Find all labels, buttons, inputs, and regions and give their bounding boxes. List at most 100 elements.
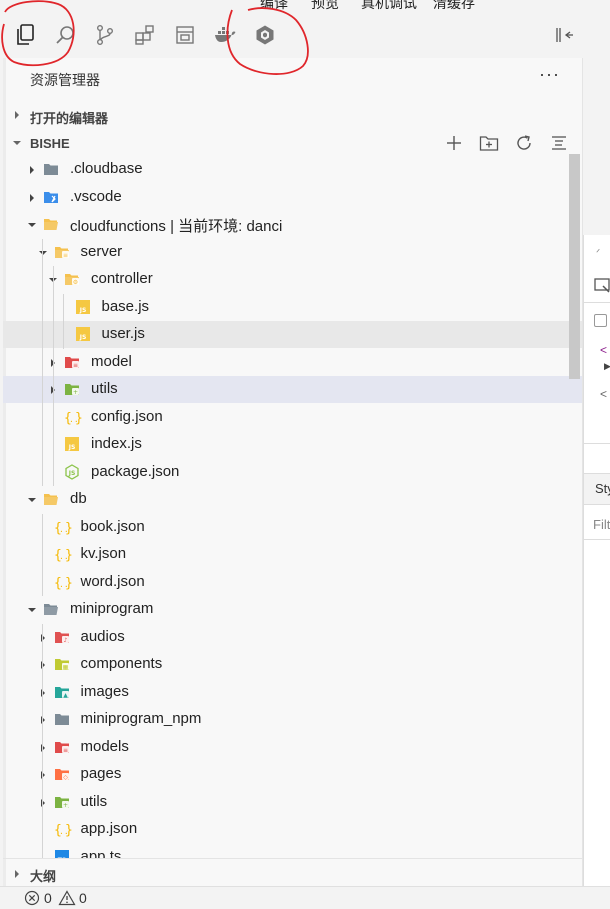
project-section[interactable]: BISHE — [3, 129, 582, 157]
chevron-right-icon — [15, 870, 19, 878]
json-file-icon: {..} — [54, 574, 73, 591]
tree-file-row[interactable]: {..} book.json — [3, 514, 582, 541]
tree-item-label: kv.json — [80, 545, 127, 562]
tree-item-label: controller — [91, 270, 153, 287]
tree-folder-row[interactable]: ≡ server — [3, 239, 582, 266]
tree-folder-row[interactable]: ≡ model — [3, 349, 582, 376]
tree-folder-row[interactable]: miniprogram_npm — [3, 706, 582, 733]
tree-file-row[interactable]: JS user.js — [3, 321, 582, 348]
tree-item-label: app.ts — [80, 847, 122, 859]
tree-scrollbar[interactable] — [569, 154, 580, 379]
files-icon[interactable] — [9, 12, 41, 58]
svg-text:+: + — [73, 389, 78, 396]
panel-icon[interactable] — [169, 12, 201, 58]
pane-checkbox[interactable] — [594, 314, 607, 327]
dom-expand-icon[interactable]: ▶ — [604, 361, 610, 372]
models-folder-icon: ≡ — [54, 739, 70, 755]
warnings-indicator[interactable]: 0 — [58, 890, 87, 906]
styles-filter-input[interactable]: Filt — [593, 517, 610, 532]
menu-device-debug[interactable]: 真机调试 — [361, 0, 417, 12]
svg-text:≡: ≡ — [73, 362, 78, 369]
search-icon[interactable] — [49, 12, 81, 58]
controller-folder-icon: ⚙ — [64, 271, 80, 287]
tree-item-label: miniprogram_npm — [80, 710, 202, 727]
json-file-icon: {..} — [54, 519, 73, 536]
inspect-icon[interactable] — [594, 278, 610, 294]
menu-preview[interactable]: 预览 — [311, 0, 339, 12]
refresh-button[interactable] — [506, 132, 541, 154]
errors-count: 0 — [44, 890, 52, 906]
js-file-icon: JS — [64, 436, 80, 452]
new-folder-button[interactable] — [471, 132, 506, 154]
svg-text:≡: ≡ — [62, 747, 67, 754]
errors-indicator[interactable]: 0 — [24, 890, 52, 906]
tree-file-row[interactable]: {..} app.json — [3, 816, 582, 843]
tree-folder-row[interactable]: ◇ pages — [3, 761, 582, 788]
folder-gray-icon — [54, 711, 70, 727]
tree-file-row[interactable]: {..} kv.json — [3, 541, 582, 568]
indent-guide — [42, 238, 43, 486]
chevron-right-icon[interactable] — [27, 165, 37, 175]
tree-file-row[interactable]: JS base.js — [3, 294, 582, 321]
file-tree: .cloudbase .vscode cloudfunctions | 当前环境: … — [3, 156, 582, 858]
js-file-icon: JS — [75, 326, 91, 342]
folder-open-icon — [43, 491, 59, 507]
chevron-right-icon[interactable] — [27, 193, 37, 203]
new-folder-icon — [479, 136, 498, 151]
source-control-icon[interactable] — [89, 12, 121, 58]
tree-folder-row[interactable]: ♪ audios — [3, 624, 582, 651]
warning-icon — [58, 890, 76, 906]
docker-icon[interactable] — [209, 12, 241, 58]
tree-folder-row[interactable]: cloudfunctions | 当前环境: danci — [3, 211, 582, 238]
tree-folder-row[interactable]: ≡ models — [3, 734, 582, 761]
chevron-down-icon[interactable] — [27, 495, 37, 505]
menu-clear-cache[interactable]: 清缓存 — [433, 0, 475, 12]
indent-guide — [63, 293, 64, 349]
svg-text:}: } — [65, 823, 72, 837]
tree-item-label: index.js — [91, 435, 142, 452]
audio-folder-icon: ♪ — [54, 629, 70, 645]
explorer-panel: 资源管理器 ··· 打开的编辑器 BISHE .cloudbase .vscode… — [3, 58, 583, 886]
chevron-down-icon[interactable] — [27, 220, 37, 230]
tree-folder-row[interactable]: ⚙ controller — [3, 266, 582, 293]
tree-folder-row[interactable]: db — [3, 486, 582, 513]
new-file-icon — [446, 136, 461, 150]
outline-section[interactable]: 大纲 — [3, 858, 582, 886]
styles-tab[interactable]: Sty — [595, 481, 610, 496]
pane-divider — [584, 443, 610, 444]
tree-file-row[interactable]: TS app.ts — [3, 844, 582, 859]
tree-item-label: cloudfunctions | 当前环境: danci — [70, 218, 283, 235]
tree-folder-row[interactable]: miniprogram — [3, 596, 582, 623]
svg-text:}: } — [65, 548, 72, 562]
tree-file-row[interactable]: {..} config.json — [3, 404, 582, 431]
pages-folder-icon: ◇ — [54, 766, 70, 782]
collapse-sidebar-icon[interactable] — [548, 12, 580, 58]
tree-folder-row[interactable]: + utils — [3, 789, 582, 816]
tree-folder-row[interactable]: .vscode — [3, 184, 582, 211]
tree-folder-row[interactable]: ▲ images — [3, 679, 582, 706]
pane-mark: ᐟ — [596, 248, 601, 259]
chevron-down-icon[interactable] — [27, 605, 37, 615]
images-folder-icon: ▲ — [54, 684, 70, 700]
extensions-icon[interactable] — [129, 12, 161, 58]
js-file-icon: JS — [75, 299, 91, 315]
nodejs-file-icon: JS — [64, 463, 80, 480]
tree-folder-row[interactable]: .cloudbase — [3, 156, 582, 183]
tree-item-label: package.json — [91, 462, 180, 480]
menu-compile[interactable]: 编译 — [260, 0, 288, 12]
tree-folder-row[interactable]: + utils — [3, 376, 582, 403]
tree-item-label: config.json — [91, 407, 163, 425]
explorer-title: 资源管理器 — [30, 72, 100, 88]
new-file-button[interactable] — [436, 132, 471, 154]
tree-file-row[interactable]: JS package.json — [3, 459, 582, 486]
tree-file-row[interactable]: {..} word.json — [3, 569, 582, 596]
open-editors-section[interactable]: 打开的编辑器 — [3, 101, 582, 129]
cloud-icon[interactable] — [249, 12, 281, 58]
tree-folder-row[interactable]: ▦ components — [3, 651, 582, 678]
tree-file-row[interactable]: JS index.js — [3, 431, 582, 458]
svg-text:≡: ≡ — [62, 252, 67, 259]
collapse-all-button[interactable] — [541, 132, 576, 154]
error-icon — [24, 890, 40, 906]
more-actions-button[interactable]: ··· — [539, 64, 560, 85]
json-file-icon: {..} — [54, 546, 73, 563]
